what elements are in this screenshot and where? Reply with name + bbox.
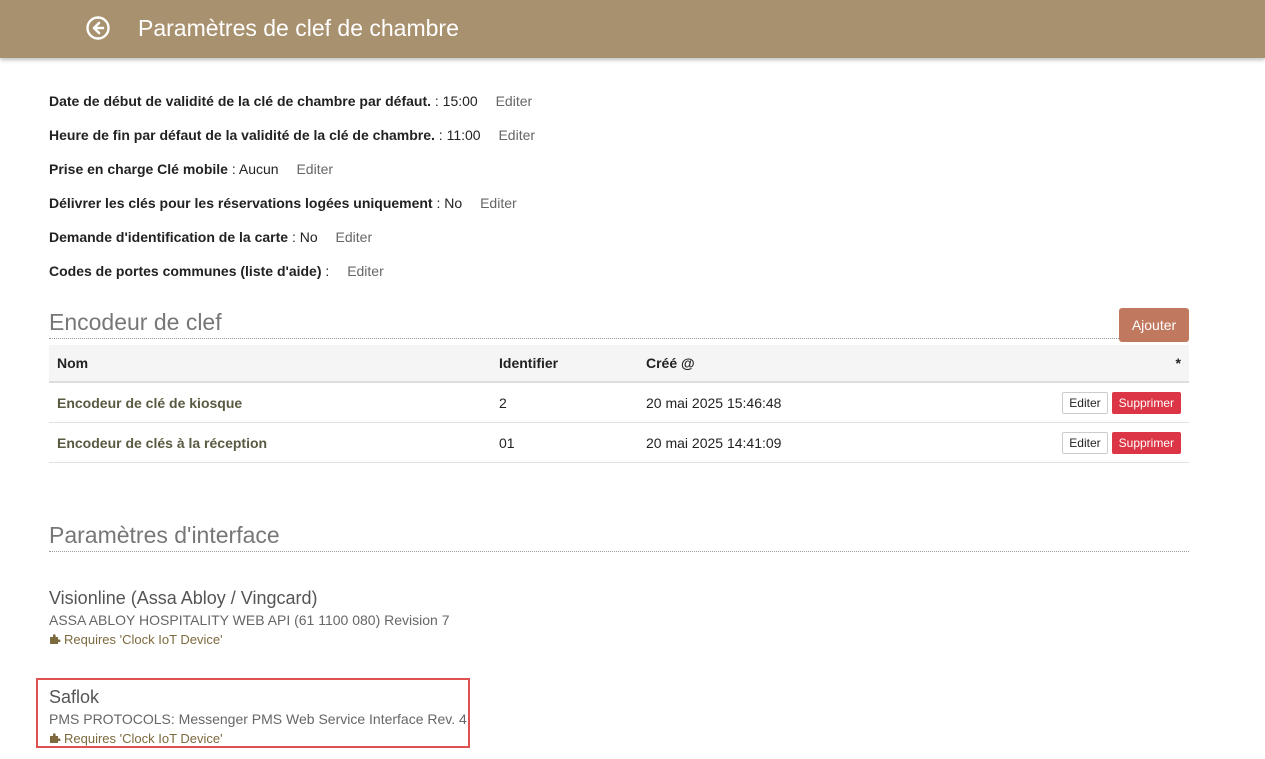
encoder-created: 20 mai 2025 14:41:09 <box>638 422 1033 463</box>
edit-link[interactable]: Editer <box>498 127 535 143</box>
encoder-created: 20 mai 2025 15:46:48 <box>638 382 1033 423</box>
setting-value: : 11:00 <box>434 127 481 143</box>
edit-button[interactable]: Editer <box>1062 431 1108 454</box>
edit-link[interactable]: Editer <box>480 195 517 211</box>
interface-section-title: Paramètres d'interface <box>49 522 1189 552</box>
setting-row-card-identification: Demande d'identification de la carte : N… <box>49 229 372 245</box>
interface-requirement: Requires 'Clock IoT Device' <box>49 632 223 647</box>
table-row: Encodeur de clé de kiosque 2 20 mai 2025… <box>49 382 1189 423</box>
edit-link[interactable]: Editer <box>496 93 533 109</box>
setting-row-checked-in-only: Délivrer les clés pour les réservations … <box>49 195 517 211</box>
delete-button[interactable]: Supprimer <box>1111 431 1181 454</box>
table-header-row: Nom Identifier Créé @ * <box>49 345 1189 383</box>
setting-label: Prise en charge Clé mobile <box>49 161 228 177</box>
row-actions: Editer Supprimer <box>1033 382 1189 423</box>
row-actions: Editer Supprimer <box>1033 422 1189 463</box>
setting-label: Codes de portes communes (liste d'aide) <box>49 263 322 279</box>
requirement-text: Requires 'Clock IoT Device' <box>64 632 223 647</box>
encoder-name[interactable]: Encodeur de clés à la réception <box>49 422 491 463</box>
add-encoder-button[interactable]: Ajouter <box>1119 308 1189 342</box>
encoder-identifier: 01 <box>491 422 638 463</box>
column-header-name[interactable]: Nom <box>49 345 491 383</box>
page-title: Paramètres de clef de chambre <box>138 15 459 41</box>
interface-name-visionline[interactable]: Visionline (Assa Abloy / Vingcard) <box>49 588 317 609</box>
setting-label: Heure de fin par défaut de la validité d… <box>49 127 435 143</box>
edit-button[interactable]: Editer <box>1062 391 1108 414</box>
column-header-created[interactable]: Créé @ <box>638 345 1033 383</box>
setting-value: : Aucun <box>227 161 279 177</box>
setting-label: Demande d'identification de la carte <box>49 229 289 245</box>
setting-row-common-door-codes: Codes de portes communes (liste d'aide) … <box>49 263 384 279</box>
column-header-actions: * <box>1033 345 1189 383</box>
setting-row-mobile-key: Prise en charge Clé mobile : Aucun Edite… <box>49 161 333 177</box>
setting-value: : No <box>288 229 318 245</box>
setting-row-start-validity: Date de début de validité de la clé de c… <box>49 93 532 109</box>
encoder-table: Nom Identifier Créé @ * Encodeur de clé … <box>49 345 1189 463</box>
setting-label: Délivrer les clés pour les réservations … <box>49 195 433 211</box>
edit-link[interactable]: Editer <box>347 263 384 279</box>
saflok-highlight-box <box>36 678 470 748</box>
encoder-identifier: 2 <box>491 382 638 423</box>
table-row: Encodeur de clés à la réception 01 20 ma… <box>49 422 1189 463</box>
edit-link[interactable]: Editer <box>336 229 373 245</box>
setting-value: : <box>321 263 330 279</box>
encoder-name[interactable]: Encodeur de clé de kiosque <box>49 382 491 423</box>
setting-value: : No <box>432 195 463 211</box>
setting-row-end-validity: Heure de fin par défaut de la validité d… <box>49 127 535 143</box>
circle-arrow-left-icon[interactable] <box>86 16 110 40</box>
setting-label: Date de début de validité de la clé de c… <box>49 93 431 109</box>
edit-link[interactable]: Editer <box>296 161 333 177</box>
puzzle-icon <box>50 634 61 644</box>
delete-button[interactable]: Supprimer <box>1111 391 1181 414</box>
column-header-identifier[interactable]: Identifier <box>491 345 638 383</box>
interface-description: ASSA ABLOY HOSPITALITY WEB API (61 1100 … <box>49 612 450 628</box>
setting-value: : 15:00 <box>431 93 478 109</box>
top-header-bar: Paramètres de clef de chambre <box>0 0 1265 58</box>
encoder-section-title: Encodeur de clef <box>49 309 1189 339</box>
